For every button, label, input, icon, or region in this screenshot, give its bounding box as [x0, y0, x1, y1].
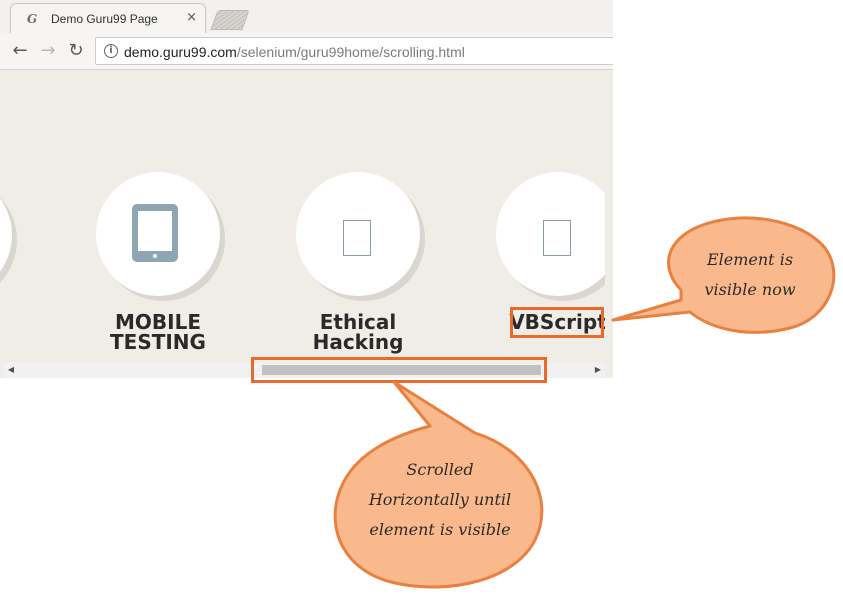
scroll-callout-line1: Scrolled: [406, 460, 474, 479]
visible-callout-text: Element is visible now: [690, 245, 810, 305]
visible-callout-line1: Element is: [706, 250, 794, 269]
scroll-callout-text: Scrolled Horizontally until element is v…: [350, 455, 530, 545]
scroll-callout-line3: element is visible: [369, 520, 511, 539]
visible-callout-line2: visible now: [704, 280, 796, 299]
scroll-callout-line2: Horizontally until: [368, 490, 512, 509]
